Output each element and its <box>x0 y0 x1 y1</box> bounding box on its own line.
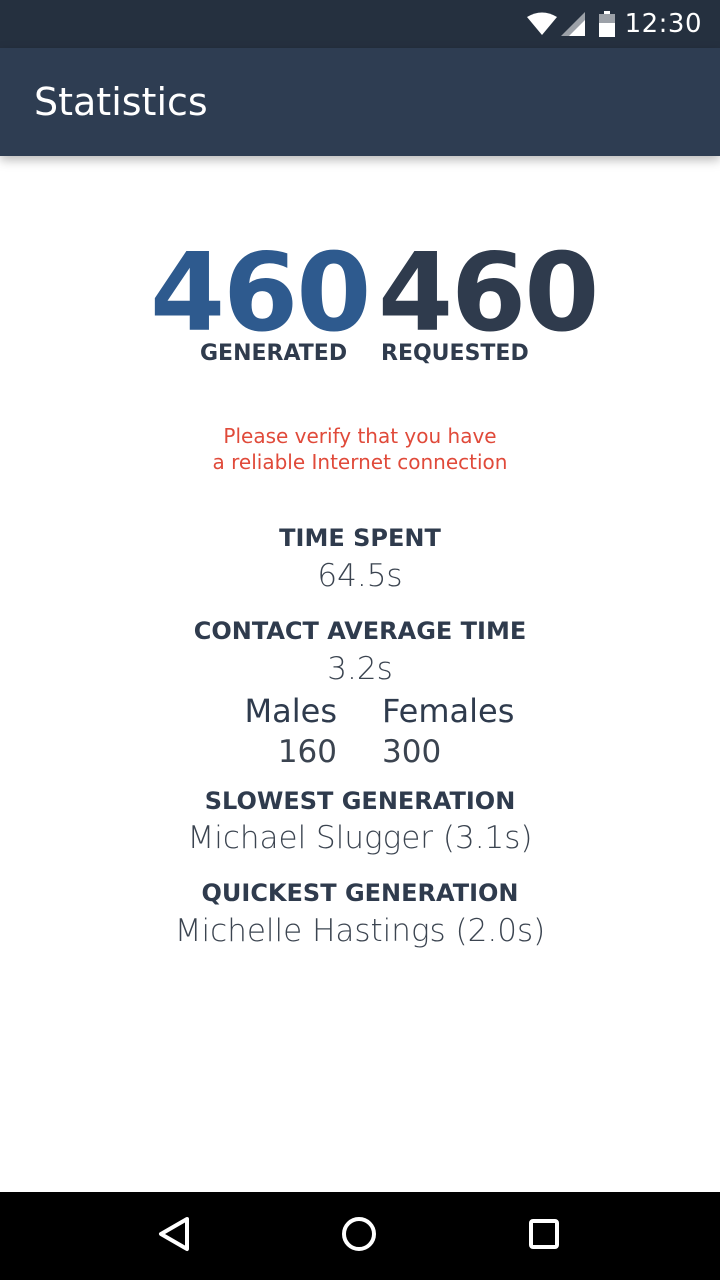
generated-label: GENERATED <box>200 341 348 366</box>
slowest-generation-value: Michael Slugger (3.1s) <box>187 820 533 856</box>
warning-line-1: Please verify that you have <box>223 424 497 448</box>
contact-average-label: CONTACT AVERAGE TIME <box>193 617 527 645</box>
connection-warning: Please verify that you have a reliable I… <box>0 423 720 475</box>
quickest-generation-value: Michelle Hastings (2.0s) <box>174 913 546 949</box>
home-icon <box>341 1216 377 1257</box>
statistics-content: 460 460 GENERATED REQUESTED Please verif… <box>0 156 720 1192</box>
status-icons: 12:30 <box>526 0 702 48</box>
generated-count: 460 <box>150 231 371 356</box>
cell-signal-icon <box>560 12 585 36</box>
time-spent-label: TIME SPENT <box>279 524 441 552</box>
navigation-bar <box>0 1192 720 1280</box>
males-label: Males <box>244 692 337 730</box>
contact-average-value: 3.2s <box>327 651 393 687</box>
females-label: Females <box>382 692 515 730</box>
time-spent-value: 64.5s <box>317 558 403 594</box>
page-title: Statistics <box>34 80 208 124</box>
recents-icon <box>528 1218 560 1255</box>
females-count: 300 <box>382 734 442 770</box>
battery-icon <box>598 11 615 37</box>
status-time: 12:30 <box>624 9 702 39</box>
app-bar: Statistics <box>0 48 720 156</box>
generated-stat: 460 <box>150 231 371 356</box>
requested-label: REQUESTED <box>381 341 529 366</box>
recents-button[interactable] <box>520 1212 568 1260</box>
slowest-generation-label: SLOWEST GENERATION <box>204 787 516 815</box>
back-icon <box>157 1216 191 1257</box>
status-bar: 12:30 <box>0 0 720 48</box>
males-count: 160 <box>277 734 337 770</box>
wifi-icon <box>526 12 557 36</box>
requested-stat: 460 <box>378 231 599 356</box>
warning-line-2: a reliable Internet connection <box>212 450 508 474</box>
quickest-generation-label: QUICKEST GENERATION <box>201 879 519 907</box>
back-button[interactable] <box>150 1212 198 1260</box>
requested-count: 460 <box>378 231 599 356</box>
home-button[interactable] <box>335 1212 383 1260</box>
